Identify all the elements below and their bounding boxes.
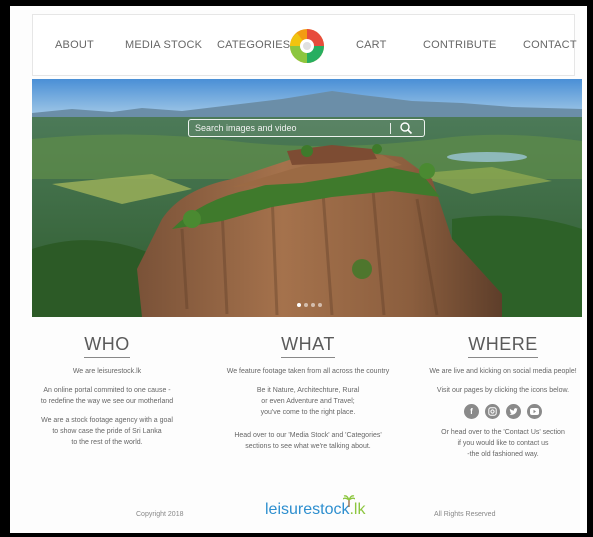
nav-media-stock[interactable]: MEDIA STOCK: [125, 39, 202, 51]
who-section: WHO We are leisurestock.lk An online por…: [32, 334, 182, 448]
what-text: or even Adventure and Travel;: [261, 398, 355, 405]
who-text: We are a stock footage agency with a goa…: [41, 417, 173, 424]
twitter-icon[interactable]: [506, 404, 521, 419]
where-text: Or head over to the 'Contact Us' section: [441, 429, 565, 436]
copyright-text: Copyright 2018: [136, 511, 184, 518]
search-icon[interactable]: [399, 121, 413, 135]
page: ABOUT MEDIA STOCK CATEGORIES CART CONTRI…: [10, 6, 587, 533]
carousel-dot[interactable]: [304, 303, 308, 307]
what-text: sections to see what we're talking about…: [245, 443, 371, 450]
what-text: Be it Nature, Architechture, Rural: [256, 387, 360, 394]
who-text: to the rest of the world.: [71, 439, 143, 446]
where-text: if you would like to contact us: [457, 440, 549, 447]
footer-logo[interactable]: leisurestock.lk: [265, 495, 365, 527]
nav-contribute[interactable]: CONTRIBUTE: [423, 39, 497, 51]
nav-about[interactable]: ABOUT: [55, 39, 94, 51]
hero-image: [32, 79, 582, 317]
logo-aperture-icon[interactable]: [289, 28, 325, 64]
footer-logo-text: leisurestock: [265, 501, 350, 518]
where-text: We are live and kicking on social media …: [429, 368, 577, 375]
what-section: WHAT We feature footage taken from all a…: [222, 334, 394, 452]
carousel-dot[interactable]: [297, 303, 301, 307]
carousel-dots: [297, 303, 322, 307]
where-section: WHERE We are live and kicking on social …: [418, 334, 587, 460]
what-text: We feature footage taken from all across…: [226, 368, 390, 375]
what-title: WHAT: [281, 334, 335, 358]
who-text: An online portal commited to one cause -: [43, 387, 171, 394]
top-navigation: ABOUT MEDIA STOCK CATEGORIES CART CONTRI…: [32, 14, 577, 76]
search-input[interactable]: [189, 120, 389, 136]
search-divider: [390, 123, 391, 134]
search-bar: [188, 119, 425, 137]
rights-text: All Rights Reserved: [434, 511, 496, 518]
what-text: Head over to our 'Media Stock' and 'Cate…: [234, 432, 382, 439]
nav-cart[interactable]: CART: [356, 39, 387, 51]
facebook-icon[interactable]: f: [464, 404, 479, 419]
instagram-icon[interactable]: [485, 404, 500, 419]
who-text: to redefine the way we see our motherlan…: [40, 398, 174, 405]
where-text: Visit our pages by clicking the icons be…: [436, 387, 570, 394]
where-title: WHERE: [468, 334, 538, 358]
carousel-dot[interactable]: [318, 303, 322, 307]
where-text: -the old fashioned way.: [467, 451, 539, 458]
youtube-icon[interactable]: [527, 404, 542, 419]
who-text: to show case the pride of Sri Lanka: [52, 428, 162, 435]
palm-tree-icon: [343, 495, 355, 507]
what-text: you've come to the right place.: [260, 409, 356, 416]
who-title: WHO: [84, 334, 130, 358]
hero-banner: [32, 79, 582, 317]
nav-contact[interactable]: CONTACT: [523, 39, 577, 51]
carousel-dot[interactable]: [311, 303, 315, 307]
who-text: We are leisurestock.lk: [72, 368, 142, 375]
social-links: f: [418, 404, 587, 419]
nav-categories[interactable]: CATEGORIES: [217, 39, 290, 51]
